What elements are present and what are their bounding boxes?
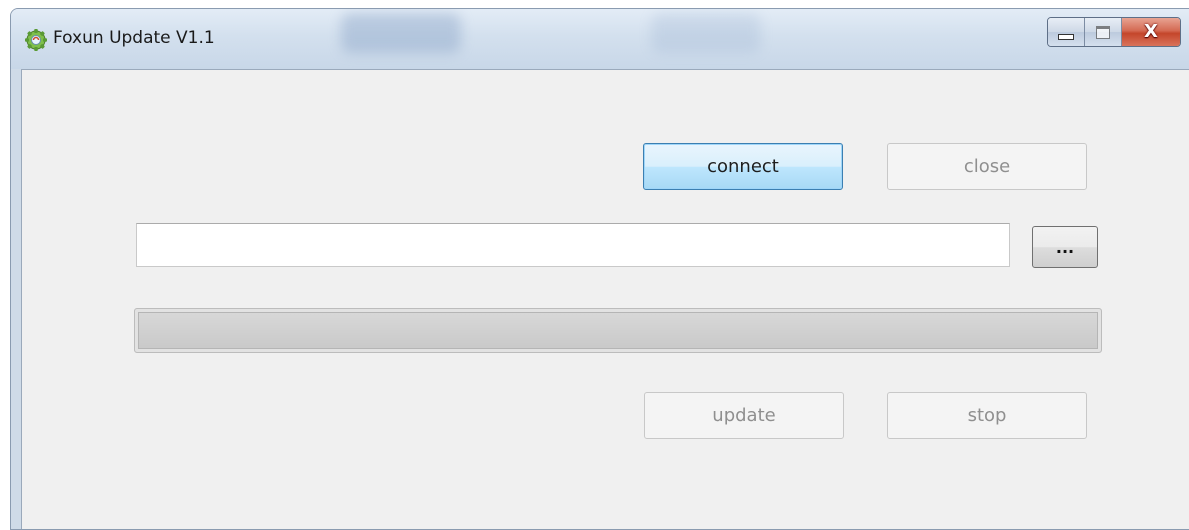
caption-buttons: X bbox=[1047, 17, 1181, 47]
file-path-input[interactable] bbox=[136, 223, 1010, 267]
stop-button[interactable]: stop bbox=[887, 392, 1087, 439]
minimize-icon bbox=[1058, 34, 1074, 40]
close-button[interactable]: close bbox=[887, 143, 1087, 190]
close-window-button[interactable]: X bbox=[1122, 18, 1180, 46]
update-button[interactable]: update bbox=[644, 392, 844, 439]
connect-button[interactable]: connect bbox=[643, 143, 843, 190]
title-bar[interactable]: Foxun Update V1.1 X bbox=[11, 9, 1189, 69]
maximize-icon bbox=[1096, 25, 1110, 39]
maximize-button[interactable] bbox=[1085, 18, 1122, 46]
minimize-button[interactable] bbox=[1048, 18, 1085, 46]
app-window: Foxun Update V1.1 X connect close ... up… bbox=[10, 8, 1189, 530]
update-progress-bar bbox=[134, 308, 1102, 353]
client-area: connect close ... update stop bbox=[21, 69, 1189, 529]
close-icon: X bbox=[1144, 21, 1158, 42]
browse-button[interactable]: ... bbox=[1032, 226, 1098, 268]
window-title: Foxun Update V1.1 bbox=[53, 28, 215, 48]
gear-app-icon bbox=[25, 29, 47, 51]
